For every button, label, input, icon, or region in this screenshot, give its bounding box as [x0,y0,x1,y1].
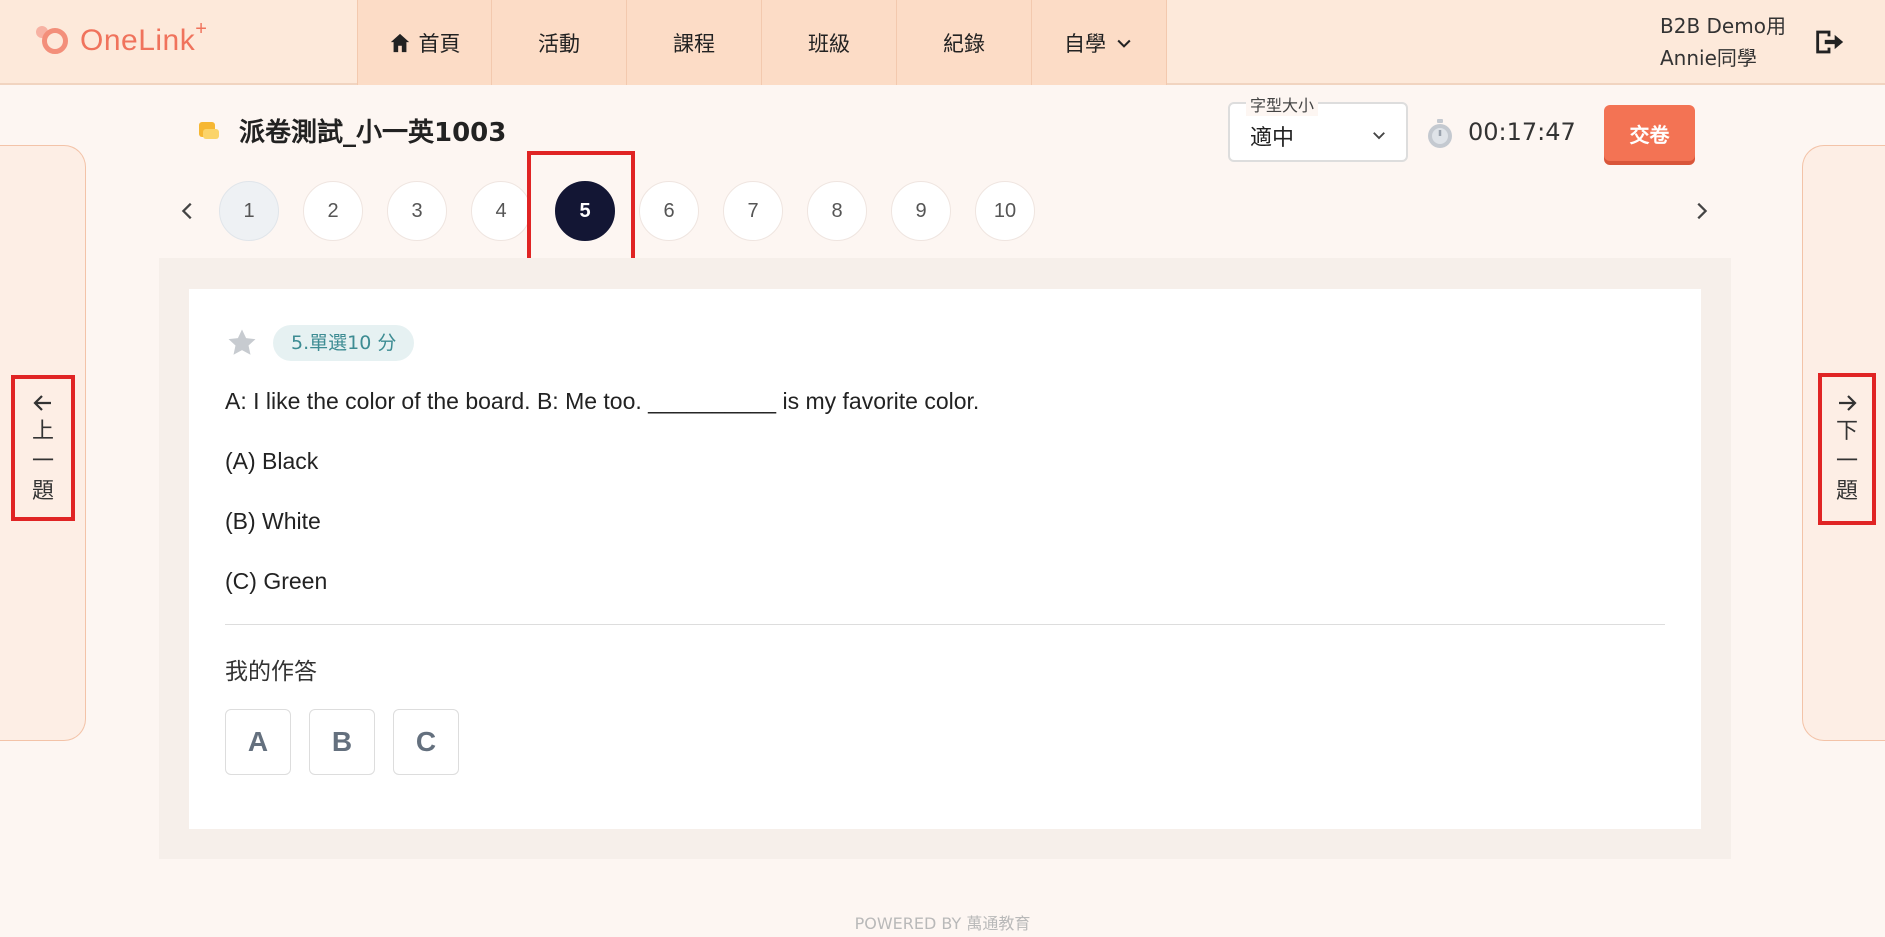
chevron-down-icon [1373,132,1385,140]
nav-item-records[interactable]: 紀錄 [897,0,1032,85]
question-text: A: I like the color of the board. B: Me … [225,388,980,414]
onelink-logo[interactable]: OneLink+ [36,18,208,58]
chevron-right-icon [1697,202,1708,220]
my-answer-label: 我的作答 [225,659,317,685]
user-info: B2B Demo用 Annie同學 [1660,10,1786,74]
pager-prev-button[interactable] [173,196,203,226]
question-option-a: (A) Black [225,448,319,474]
nav-item-self-study[interactable]: 自學 [1032,0,1167,85]
nav-item-classes[interactable]: 班級 [762,0,897,85]
logout-icon[interactable] [1812,25,1846,59]
nav-item-label: 班級 [808,31,850,56]
nav-item-courses[interactable]: 課程 [627,0,762,85]
nav-item-label: 課程 [673,31,715,56]
question-type-badge: 5.單選10 分 [273,325,415,361]
user-name: Annie同學 [1660,46,1757,70]
user-org: B2B Demo用 [1660,14,1786,38]
exam-title-row: 派卷測試_小一英1003 [195,112,506,149]
home-icon [390,33,409,52]
chevron-left-icon [181,202,192,220]
powered-by-footer: POWERED BY 萬通教育 [854,914,1031,933]
next-label-char: 題 [1835,479,1858,504]
next-label-char: 下 [1835,419,1858,444]
answer-choice-a[interactable]: A [225,709,291,775]
arrow-left-icon [33,395,51,411]
question-option-c: (C) Green [225,568,328,594]
page-button-2[interactable]: 2 [303,181,363,241]
page-title: 派卷測試_小一英1003 [239,118,507,148]
scroll-icon [199,121,219,139]
page-button-4[interactable]: 4 [471,181,531,241]
nav-item-label: 首頁 [418,31,461,56]
page-button-8[interactable]: 8 [807,181,867,241]
page-button-6[interactable]: 6 [639,181,699,241]
page-button-10[interactable]: 10 [975,181,1035,241]
star-icon[interactable] [225,326,259,360]
pager-next-button[interactable] [1686,196,1716,226]
nav-item-label: 紀錄 [943,31,985,56]
prev-label-char: 上 [31,419,54,444]
prev-question-button[interactable]: 上 一 題 [12,377,74,519]
prev-label-char: 題 [31,479,54,504]
chevron-down-icon [1117,39,1131,48]
timer-display: 00:17:47 [1468,118,1576,146]
font-size-value: 適中 [1250,126,1295,151]
answer-choice-b[interactable]: B [309,709,375,775]
page-button-7[interactable]: 7 [723,181,783,241]
question-option-b: (B) White [225,508,321,534]
answer-choice-c[interactable]: C [393,709,459,775]
nav-item-home[interactable]: 首頁 [357,0,492,85]
divider [225,624,1665,625]
submit-exam-button[interactable]: 交卷 [1604,105,1695,161]
font-size-label: 字型大小 [1246,92,1319,116]
next-label-char: 一 [1835,449,1858,474]
font-size-select[interactable]: 字型大小 適中 [1228,92,1408,162]
logo-mark-icon [36,22,72,58]
page-button-5[interactable]: 5 [555,181,615,241]
arrow-right-icon [1839,395,1857,411]
logo-text: OneLink+ [80,18,208,57]
nav-item-label: 活動 [538,31,580,56]
nav-item-activities[interactable]: 活動 [492,0,627,85]
stopwatch-icon [1428,119,1452,148]
page-button-9[interactable]: 9 [891,181,951,241]
page-button-1[interactable]: 1 [219,181,279,241]
nav-item-label: 自學 [1064,31,1106,56]
page-button-3[interactable]: 3 [387,181,447,241]
main-nav: 首頁 活動 課程 班級 紀錄 自學 [357,0,1167,85]
next-question-button[interactable]: 下 一 題 [1816,377,1878,519]
top-header: OneLink+ 首頁 活動 課程 班級 紀錄 自學 B2B Demo用 Ann… [0,0,1885,85]
prev-label-char: 一 [31,449,54,474]
